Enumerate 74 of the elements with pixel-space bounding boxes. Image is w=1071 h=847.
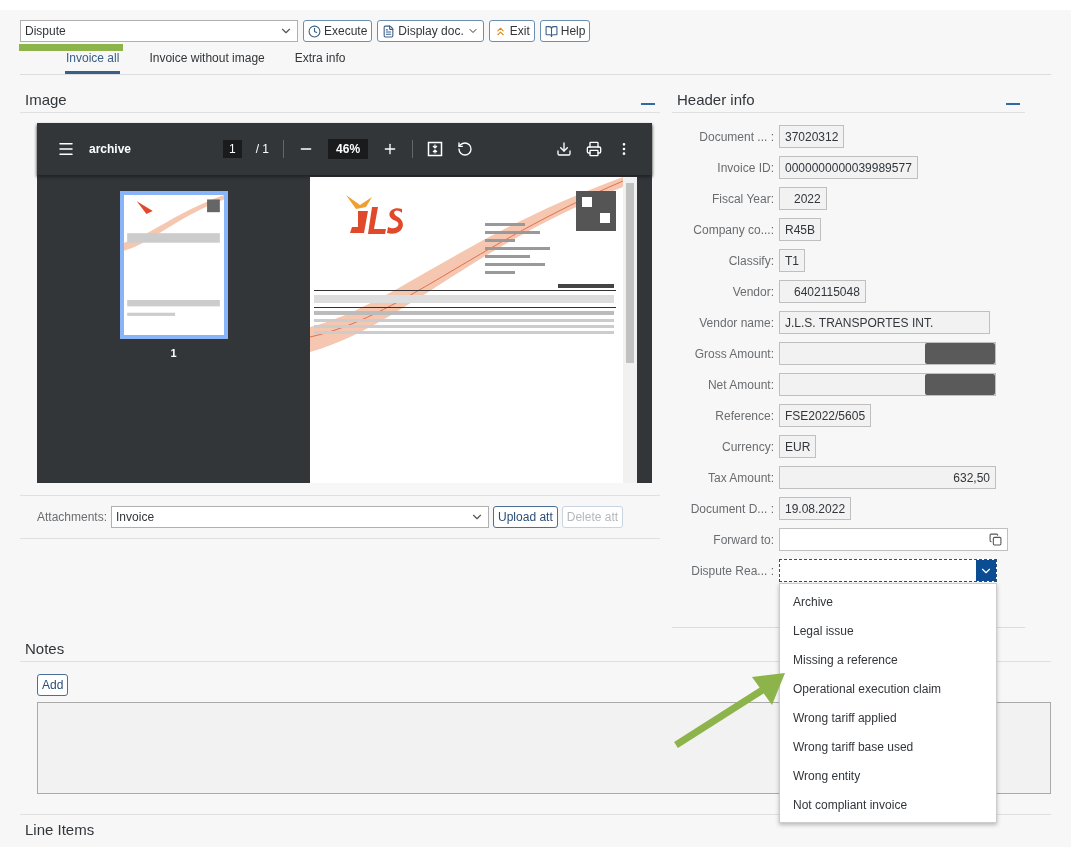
field[interactable]: T1 xyxy=(779,249,805,272)
attachment-select[interactable]: Invoice xyxy=(111,506,490,528)
dropdown-field[interactable] xyxy=(779,559,997,582)
book-icon xyxy=(544,24,558,38)
scrollbar[interactable] xyxy=(623,177,637,483)
field[interactable]: 632,50 xyxy=(779,466,996,489)
action-select[interactable]: Dispute xyxy=(20,20,298,42)
field[interactable]: FSE2022/5605 xyxy=(779,404,872,427)
field[interactable]: EUR xyxy=(779,435,817,458)
section-title: Line Items xyxy=(25,821,96,838)
toolbar-button[interactable]: Display doc. xyxy=(377,20,484,42)
field-label: Tax Amount: xyxy=(706,470,774,485)
field[interactable] xyxy=(779,342,996,365)
dropdown-option[interactable]: Wrong entity xyxy=(780,761,996,790)
dropdown-option[interactable]: Wrong tariff applied xyxy=(780,703,996,732)
field[interactable]: J.L.S. TRANSPORTES INT. xyxy=(779,311,990,334)
toolbar-button[interactable]: Help xyxy=(539,20,591,42)
dropdown-option[interactable]: Not compliant invoice xyxy=(780,790,996,819)
fit-page-icon[interactable] xyxy=(427,141,444,157)
dropdown-option[interactable]: Operational execution claim xyxy=(780,674,996,703)
field-label: Fiscal Year: xyxy=(710,191,774,206)
file-name: archive xyxy=(89,142,133,156)
tab[interactable]: Extra info xyxy=(293,48,347,74)
field-label: Vendor: xyxy=(731,284,774,299)
field-label: Reference: xyxy=(714,408,774,423)
thumbnail-label: 1 xyxy=(170,347,177,359)
dropdown-option[interactable]: Missing a reference xyxy=(780,645,996,674)
section-title: Header info xyxy=(677,91,755,108)
dropdown-button[interactable] xyxy=(976,560,996,581)
field-label: Forward to: xyxy=(712,532,774,547)
field[interactable]: 6402115048 xyxy=(779,280,866,303)
dropdown-option[interactable]: Wrong tariff base used xyxy=(780,732,996,761)
field[interactable]: R45B xyxy=(779,218,822,241)
download-icon[interactable] xyxy=(556,141,572,157)
section-title: Image xyxy=(25,91,67,108)
redaction-block xyxy=(925,343,995,364)
rotate-icon[interactable] xyxy=(457,141,474,157)
dropdown-option[interactable]: Archive xyxy=(780,587,996,616)
field-label: Dispute Rea... : xyxy=(690,563,774,578)
field-label: Document ... : xyxy=(698,129,774,144)
select-value: Dispute xyxy=(25,24,66,38)
field-label: Vendor name: xyxy=(698,315,774,330)
value-help-icon xyxy=(989,533,1002,546)
dropdown-option[interactable]: Legal issue xyxy=(780,616,996,645)
field[interactable]: 19.08.2022 xyxy=(779,497,852,520)
field[interactable]: 2022 xyxy=(779,187,827,210)
add-button[interactable]: Add xyxy=(37,674,69,696)
field-label: Net Amount: xyxy=(706,377,774,392)
select-value: Invoice xyxy=(116,510,155,524)
field[interactable]: 0000000000039989577 xyxy=(779,156,918,179)
field-label: Classify: xyxy=(727,253,774,268)
field-label: Company co...: xyxy=(692,222,774,237)
redaction-block xyxy=(925,374,995,395)
page-input[interactable]: 1 xyxy=(223,140,242,158)
clock-icon xyxy=(308,24,321,38)
zoom-field[interactable]: 46% xyxy=(328,139,369,159)
page-thumbnail[interactable] xyxy=(119,191,228,339)
toolbar-button[interactable]: Exit xyxy=(488,20,535,42)
tab[interactable]: Invoice without image xyxy=(148,48,266,74)
input-field[interactable] xyxy=(779,528,1008,551)
print-icon[interactable] xyxy=(586,141,602,157)
field[interactable] xyxy=(779,373,996,396)
attachment-button[interactable]: Upload att xyxy=(493,506,558,528)
page-total: / 1 xyxy=(255,142,270,156)
document-icon xyxy=(382,24,396,38)
field-label: Attachments: xyxy=(37,510,108,524)
menu-icon[interactable] xyxy=(57,140,75,158)
toolbar-button[interactable]: Execute xyxy=(303,20,373,42)
field-label: Invoice ID: xyxy=(716,160,774,175)
field[interactable]: 37020312 xyxy=(779,125,845,148)
field-label: Document D... : xyxy=(689,501,774,516)
field-label: Currency: xyxy=(721,439,774,454)
field-label: Gross Amount: xyxy=(693,346,774,361)
section-title: Notes xyxy=(25,640,65,657)
